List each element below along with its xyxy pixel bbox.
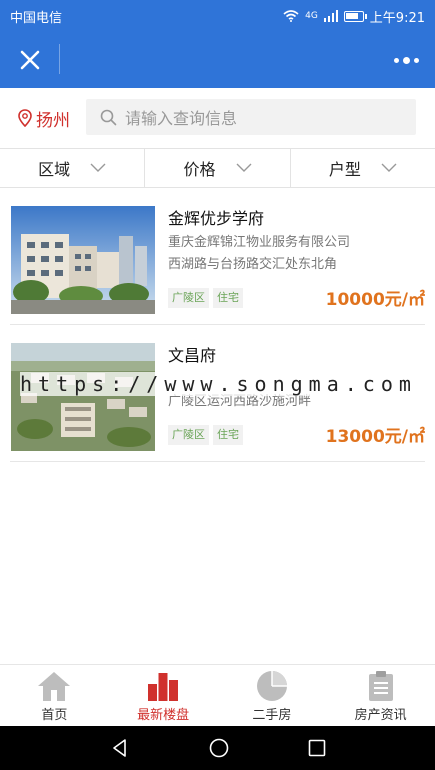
back-icon[interactable] [110, 738, 130, 758]
pie-chart-icon [256, 671, 287, 701]
chevron-down-icon [236, 163, 251, 172]
listing-info: 金辉优步学府 重庆金辉锦江物业服务有限公司 西湖路与台扬路交汇处东北角 广陵区 … [168, 206, 425, 314]
city-label: 扬州 [36, 110, 70, 131]
clock-label: 上午9:21 [369, 10, 425, 26]
listing-thumbnail [11, 343, 155, 451]
filter-label: 户型 [328, 160, 361, 179]
filter-price[interactable]: 价格 [145, 149, 291, 187]
system-nav-bar [0, 726, 435, 770]
tab-label: 最新楼盘 [137, 708, 190, 723]
more-dot [402, 56, 410, 64]
recent-apps-icon[interactable] [308, 739, 326, 757]
listing-item[interactable]: 金辉优步学府 重庆金辉锦江物业服务有限公司 西湖路与台扬路交汇处东北角 广陵区 … [10, 188, 425, 325]
home-circle-icon[interactable] [209, 738, 229, 758]
tab-label: 二手房 [252, 708, 292, 723]
search-input[interactable]: 请输入查询信息 [86, 99, 416, 135]
tab-label: 首页 [41, 708, 68, 723]
bottom-tab-bar: 首页 最新楼盘 二手房 房产资讯 [0, 664, 435, 726]
status-indicators: 4G 上午9:21 [283, 7, 425, 26]
listing-tags: 广陵区 住宅 [168, 288, 243, 308]
listing-price: 10000元/㎡ [325, 290, 425, 310]
close-button[interactable] [14, 44, 46, 76]
chevron-down-icon [381, 163, 397, 172]
search-icon [100, 109, 117, 125]
carrier-label: 中国电信 [10, 10, 63, 26]
property-type-tag: 住宅 [213, 425, 243, 445]
network-type-label: 4G [305, 11, 318, 21]
tab-home[interactable]: 首页 [0, 665, 109, 726]
district-tag: 广陵区 [168, 288, 209, 308]
clipboard-icon [368, 671, 393, 701]
search-placeholder: 请输入查询信息 [125, 109, 238, 128]
property-type-tag: 住宅 [213, 288, 243, 308]
wifi-icon [283, 10, 299, 22]
title-bar [0, 32, 435, 88]
filter-label: 区域 [38, 160, 71, 179]
battery-icon [343, 10, 367, 22]
city-selector[interactable]: 扬州 [18, 106, 70, 131]
tab-new-properties[interactable]: 最新楼盘 [109, 665, 218, 726]
location-pin-icon [18, 109, 32, 127]
more-options-button[interactable] [391, 46, 421, 74]
listing-address: 西湖路与台扬路交汇处东北角 [168, 257, 338, 272]
listing-tags: 广陵区 住宅 [168, 425, 243, 445]
listing-name: 金辉优步学府 [168, 209, 265, 228]
listing-list: 金辉优步学府 重庆金辉锦江物业服务有限公司 西湖路与台扬路交汇处东北角 广陵区 … [0, 188, 435, 462]
bar-chart-icon [148, 673, 179, 701]
filter-label: 价格 [183, 160, 216, 179]
status-bar: 中国电信 4G 上午9:21 [0, 0, 435, 32]
filter-layout[interactable]: 户型 [291, 149, 435, 187]
tab-second-hand[interactable]: 二手房 [218, 665, 327, 726]
search-row: 扬州 请输入查询信息 [0, 88, 435, 148]
watermark-text: https://www.songma.com [20, 372, 417, 396]
district-tag: 广陵区 [168, 425, 209, 445]
filter-bar: 区域 价格 户型 [0, 148, 435, 188]
title-divider [59, 44, 60, 74]
tab-real-estate-news[interactable]: 房产资讯 [326, 665, 435, 726]
chevron-down-icon [90, 163, 106, 172]
listing-name: 文昌府 [168, 346, 217, 365]
more-dot [393, 57, 399, 63]
home-icon [38, 672, 71, 701]
filter-district[interactable]: 区域 [0, 149, 146, 187]
signal-icon [323, 10, 338, 22]
listing-thumbnail [11, 206, 155, 314]
more-dot [413, 57, 419, 63]
listing-info: 文昌府 广陵区运河西路沙施河畔 广陵区 住宅 13000元/㎡ [168, 343, 425, 451]
listing-developer: 重庆金辉锦江物业服务有限公司 [168, 235, 351, 250]
listing-price: 13000元/㎡ [325, 427, 425, 447]
close-icon [20, 50, 40, 70]
tab-label: 房产资讯 [354, 708, 407, 723]
